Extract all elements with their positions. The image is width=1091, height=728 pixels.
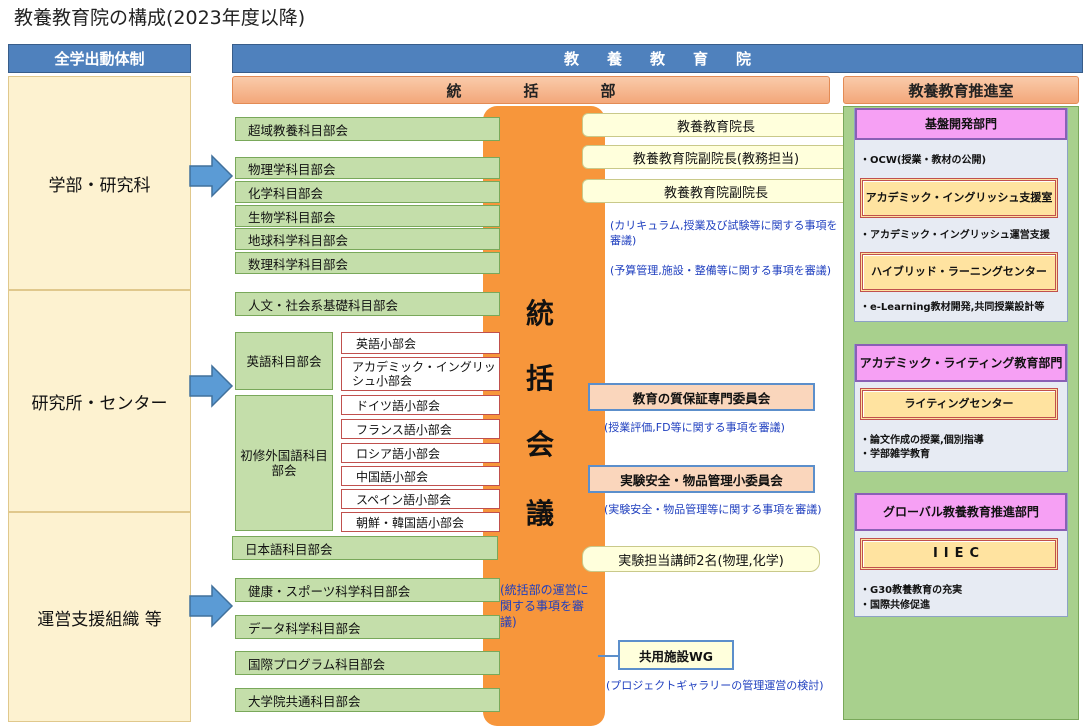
dept-bullet: ・e-Learning教材開発,共同授業設計等 bbox=[860, 302, 1045, 313]
dept-bullet: ・論文作成の授業,個別指導 bbox=[860, 435, 984, 446]
kaigi-char: 統 bbox=[526, 297, 555, 330]
sub-committee: フランス語小部会 bbox=[341, 419, 500, 439]
arrow-right-icon bbox=[189, 584, 234, 628]
wg-connector bbox=[598, 655, 620, 657]
safety-note: (実験安全・物品管理等に関する事項を審議) bbox=[604, 503, 822, 516]
committee-item: 化学科目部会 bbox=[235, 181, 500, 203]
kaigi-note: (統括部の運営に関する事項を審議) bbox=[500, 583, 589, 629]
sub-committee: 英語小部会 bbox=[341, 332, 500, 354]
kaigi-char: 括 bbox=[526, 362, 555, 395]
left-header: 全学出動体制 bbox=[8, 44, 191, 73]
suishin-header: 教養教育推進室 bbox=[843, 76, 1079, 104]
wg-box: 共用施設WG bbox=[618, 640, 734, 670]
committee-item: 地球科学科目部会 bbox=[235, 228, 500, 250]
dept-bullet: ・G30教養教育の充実 bbox=[860, 585, 963, 596]
sub-committee: スペイン語小部会 bbox=[341, 489, 500, 509]
committee-item: 超域教養科目部会 bbox=[235, 117, 500, 141]
writing-center-box: ライティングセンター bbox=[860, 388, 1058, 420]
committee-item: 日本語科目部会 bbox=[232, 536, 498, 560]
quality-note: (授業評価,FD等に関する事項を審議) bbox=[604, 421, 785, 434]
hybrid-center-box: ハイブリッド・ラーニングセンター bbox=[860, 252, 1058, 292]
sub-committee: 朝鮮・韓国語小部会 bbox=[341, 512, 500, 532]
quality-committee: 教育の質保証専門委員会 bbox=[588, 383, 815, 411]
officer-box: 教養教育院副院長(教務担当) bbox=[582, 145, 850, 169]
sub-committee: アカデミック・イングリッシュ小部会 bbox=[341, 357, 500, 391]
committee-item: 物理学科目部会 bbox=[235, 157, 500, 179]
dept-name: アカデミック・ライティング教育部門 bbox=[855, 344, 1067, 382]
dept-name: 基盤開発部門 bbox=[855, 108, 1067, 140]
safety-committee: 実験安全・物品管理小委員会 bbox=[588, 465, 815, 493]
side-block-faculties: 学部・研究科 bbox=[8, 76, 191, 290]
kaigi-char: 会 bbox=[526, 428, 555, 461]
officer-note: (カリキュラム,授業及び試験等に関する事項を審議) bbox=[610, 219, 838, 247]
dept-bullet: ・アカデミック・イングリッシュ運営支援 bbox=[860, 230, 1050, 241]
officer-box: 教養教育院副院長 bbox=[582, 179, 850, 203]
dept-name: グローバル教養教育推進部門 bbox=[855, 493, 1067, 531]
main-header: 教養教育院 bbox=[232, 44, 1083, 73]
sub-committee: 中国語小部会 bbox=[341, 466, 500, 486]
tokatsu-header: 統括部 bbox=[232, 76, 830, 104]
lecturers-box: 実験担当講師2名(物理,化学) bbox=[582, 546, 820, 572]
dept-bullet: ・国際共修促進 bbox=[860, 600, 930, 611]
shoshu-bukai: 初修外国語科目部会 bbox=[235, 395, 333, 531]
dept-bullet: ・学部雑学教育 bbox=[860, 449, 930, 460]
eigo-bukai: 英語科目部会 bbox=[235, 332, 333, 390]
committee-item: 大学院共通科目部会 bbox=[235, 688, 500, 712]
sub-committee: ドイツ語小部会 bbox=[341, 395, 500, 415]
wg-note: (プロジェクトギャラリーの管理運営の検討) bbox=[606, 679, 824, 692]
officer-box: 教養教育院長 bbox=[582, 113, 850, 137]
committee-item: 健康・スポーツ科学科目部会 bbox=[235, 578, 500, 602]
committee-item: 数理科学科目部会 bbox=[235, 252, 500, 274]
side-block-institutes: 研究所・センター bbox=[8, 290, 191, 512]
kaigi-char: 議 bbox=[526, 497, 555, 530]
sub-committee: ロシア語小部会 bbox=[341, 443, 500, 463]
committee-item: データ科学科目部会 bbox=[235, 615, 500, 639]
committee-item: 国際プログラム科目部会 bbox=[235, 651, 500, 675]
committee-item: 生物学科目部会 bbox=[235, 205, 500, 227]
page-title: 教養教育院の構成(2023年度以降) bbox=[14, 7, 306, 29]
support-office-box: アカデミック・イングリッシュ支援室 bbox=[860, 178, 1058, 218]
dept-bullet: ・OCW(授業・教材の公開) bbox=[860, 155, 987, 166]
officer-note: (予算管理,施設・整備等に関する事項を審議) bbox=[610, 264, 832, 277]
iiec-box: IIEC bbox=[860, 538, 1058, 570]
arrow-right-icon bbox=[189, 364, 234, 408]
side-block-support: 運営支援組織 等 bbox=[8, 512, 191, 722]
arrow-right-icon bbox=[189, 154, 234, 198]
committee-item: 人文・社会系基礎科目部会 bbox=[235, 292, 500, 316]
